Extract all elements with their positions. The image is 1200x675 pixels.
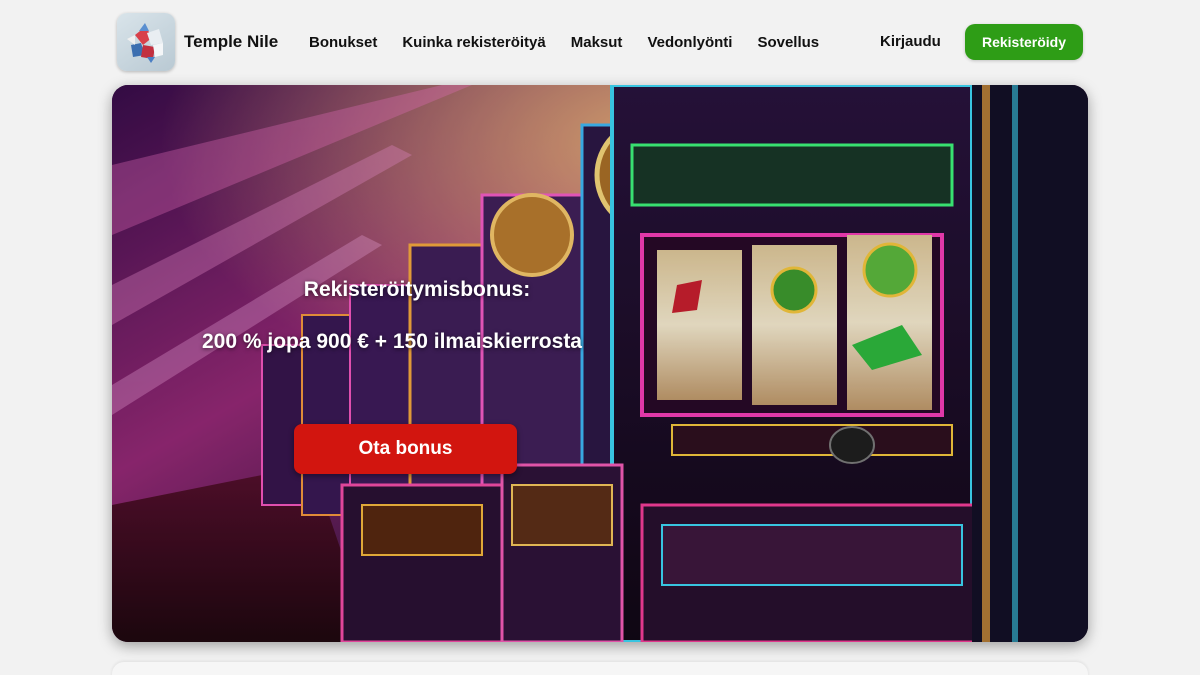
register-button[interactable]: Rekisteröidy [965,24,1083,60]
brand-logo[interactable] [117,13,175,71]
main-nav: Bonukset Kuinka rekisteröityä Maksut Ved… [309,34,819,54]
site-header: Temple Nile Bonukset Kuinka rekisteröity… [0,0,1200,84]
brand-name[interactable]: Temple Nile [184,32,278,52]
nav-item-vedonlyonti[interactable]: Vedonlyönti [647,34,732,54]
nav-item-bonukset[interactable]: Bonukset [309,34,377,54]
login-link[interactable]: Kirjaudu [880,33,941,50]
nav-item-maksut[interactable]: Maksut [571,34,623,54]
hero-title: Rekisteröitymisbonus: [303,278,531,301]
nav-item-kuinka-rekisteroitya[interactable]: Kuinka rekisteröityä [402,34,545,54]
casino-slot-machines-image [112,85,1088,642]
gem-cluster-icon [127,23,163,63]
next-section-edge [112,662,1088,675]
nav-item-sovellus[interactable]: Sovellus [757,34,819,54]
hero-banner: Rekisteröitymisbonus: 200 % jopa 900 € +… [112,85,1088,642]
claim-bonus-button[interactable]: Ota bonus [294,424,517,474]
hero-offer: 200 % jopa 900 € + 150 ilmaiskierrosta [202,330,582,353]
